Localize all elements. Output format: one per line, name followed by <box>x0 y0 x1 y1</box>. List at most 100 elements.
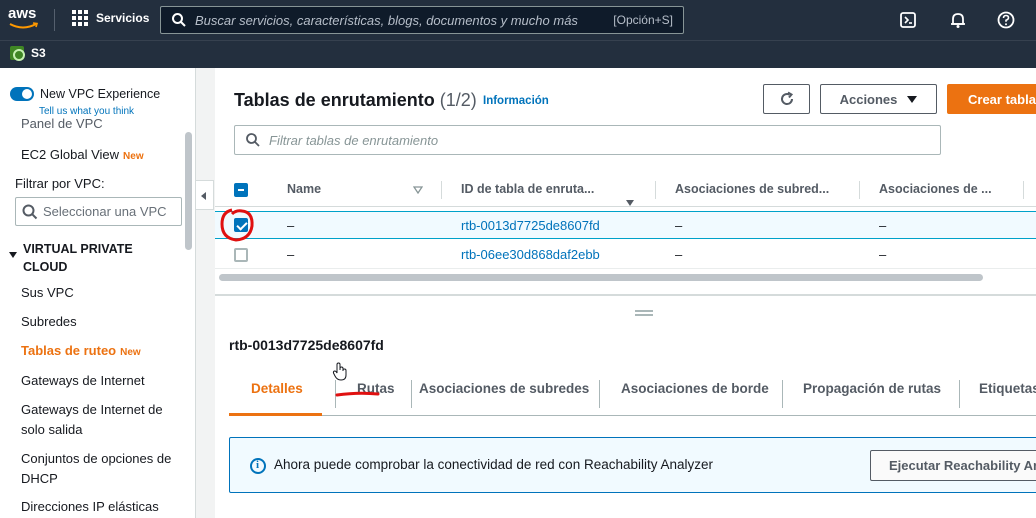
sidebar-item-panel-vpc[interactable]: Panel de VPC <box>21 114 103 134</box>
tab-divider <box>599 380 600 408</box>
sidebar: Panel de VPC New VPC Experience Tell us … <box>0 68 196 518</box>
info-icon <box>250 458 266 474</box>
caret-down-icon[interactable] <box>9 252 17 258</box>
toggle-switch[interactable] <box>10 87 34 101</box>
vpc-filter-placeholder: Seleccionar una VPC <box>43 204 167 219</box>
resize-handle-icon[interactable] <box>635 310 653 316</box>
table-horizontal-scrollbar[interactable] <box>219 274 983 281</box>
column-header-subnet-assoc[interactable]: Asociaciones de subred... <box>675 182 829 196</box>
aws-smile-icon <box>9 22 39 29</box>
cell-subnet-assoc: – <box>675 218 683 233</box>
new-badge: New <box>120 347 141 358</box>
notifications-bell-icon[interactable] <box>948 10 968 30</box>
tab-divider <box>411 380 412 408</box>
collapse-sidebar-button[interactable] <box>196 180 214 210</box>
s3-favorite-link[interactable]: S3 <box>10 46 46 61</box>
sidebar-item-label: Tablas de ruteo <box>21 343 117 358</box>
create-route-table-button[interactable]: Crear tabla de enrutamiento <box>947 84 1036 114</box>
services-menu-button[interactable]: Servicios <box>72 10 149 26</box>
vpc-filter-select[interactable]: Seleccionar una VPC <box>15 197 182 226</box>
global-search-input[interactable]: Buscar servicios, características, blogs… <box>160 6 684 34</box>
selection-count: (1/2) <box>439 90 477 110</box>
column-divider <box>441 181 442 199</box>
sort-descending-icon[interactable] <box>626 200 634 206</box>
tab-rutas[interactable]: Rutas <box>357 381 395 396</box>
favorites-bar: S3 <box>0 40 1036 68</box>
aws-logo-text: aws <box>8 5 37 22</box>
tab-route-propagation[interactable]: Propagación de rutas <box>803 381 941 396</box>
section-header-vpc[interactable]: VIRTUAL PRIVATE CLOUD <box>23 240 173 276</box>
page-title: Tablas de enrutamiento (1/2) <box>234 90 477 111</box>
new-vpc-experience-label: New VPC Experience <box>40 87 161 101</box>
top-navigation: aws Servicios Buscar servicios, caracter… <box>0 0 1036 40</box>
services-grid-icon <box>72 10 88 26</box>
route-table-filter-input[interactable]: Filtrar tablas de enrutamiento <box>234 125 941 155</box>
cell-route-table-id-link[interactable]: rtb-0013d7725de8607fd <box>461 218 600 233</box>
help-icon[interactable] <box>996 10 1016 30</box>
select-all-checkbox[interactable] <box>234 183 248 197</box>
column-header-name[interactable]: Name <box>287 182 321 196</box>
row-checkbox[interactable] <box>234 218 248 232</box>
page-title-text: Tablas de enrutamiento <box>234 90 435 110</box>
feedback-link[interactable]: Tell us what you think <box>39 106 134 117</box>
vpc-filter-label: Filtrar por VPC: <box>15 176 105 191</box>
sort-icon[interactable] <box>413 186 423 194</box>
sidebar-item-subredes[interactable]: Subredes <box>21 312 77 332</box>
tab-detalles[interactable]: Detalles <box>251 381 303 396</box>
sidebar-item-gateways-solo-salida[interactable]: Gateways de Internet de solo salida <box>21 400 179 440</box>
sidebar-item-sus-vpc[interactable]: Sus VPC <box>21 283 74 303</box>
global-search-placeholder: Buscar servicios, características, blogs… <box>195 12 578 28</box>
new-badge: New <box>123 151 144 162</box>
cell-name: – <box>287 218 295 233</box>
sidebar-scrollbar[interactable] <box>185 132 192 250</box>
caret-down-icon <box>907 95 918 103</box>
table-row[interactable]: – rtb-06ee30d868daf2ebb – – <box>215 241 1036 269</box>
filter-placeholder: Filtrar tablas de enrutamiento <box>269 132 439 148</box>
s3-label: S3 <box>31 46 46 60</box>
tab-edge-associations[interactable]: Asociaciones de borde <box>621 381 769 396</box>
info-link[interactable]: Información <box>483 95 549 107</box>
tab-divider <box>335 380 336 408</box>
search-shortcut: [Opción+S] <box>613 13 673 27</box>
details-title: rtb-0013d7725de8607fd <box>229 337 384 353</box>
tab-divider <box>782 380 783 408</box>
actions-label: Acciones <box>839 91 898 107</box>
sidebar-item-tablas-de-ruteo[interactable]: Tablas de ruteo New <box>21 341 141 363</box>
sidebar-item-dhcp-options[interactable]: Conjuntos de opciones de DHCP <box>21 449 186 489</box>
cell-edge-assoc: – <box>879 247 887 262</box>
column-header-edge-assoc[interactable]: Asociaciones de ... <box>879 182 992 196</box>
column-divider <box>1023 181 1024 199</box>
active-tab-indicator <box>229 413 322 416</box>
cloudshell-icon[interactable] <box>898 10 918 30</box>
new-vpc-experience-toggle[interactable]: New VPC Experience <box>10 82 190 106</box>
search-icon <box>246 133 260 147</box>
column-divider <box>859 181 860 199</box>
column-divider <box>655 181 656 199</box>
tab-tags[interactable]: Etiquetas <box>979 381 1036 396</box>
cell-subnet-assoc: – <box>675 247 683 262</box>
cell-name: – <box>287 247 295 262</box>
sidebar-item-label: EC2 Global View <box>21 147 120 162</box>
refresh-icon <box>780 91 793 105</box>
tab-subnet-associations[interactable]: Asociaciones de subredes <box>419 381 589 396</box>
alert-message: Ahora puede comprobar la conectividad de… <box>274 457 714 472</box>
refresh-button[interactable] <box>763 84 810 114</box>
cell-route-table-id-link[interactable]: rtb-06ee30d868daf2ebb <box>461 247 600 262</box>
search-icon <box>22 204 38 219</box>
row-checkbox[interactable] <box>234 248 248 262</box>
actions-dropdown-button[interactable]: Acciones <box>820 84 937 114</box>
table-header: Name ID de tabla de enruta... Asociacion… <box>215 173 1036 207</box>
aws-logo[interactable]: aws <box>8 6 42 32</box>
sidebar-item-gateways-internet[interactable]: Gateways de Internet <box>21 371 145 391</box>
s3-icon <box>10 46 25 61</box>
sidebar-item-elastic-ips[interactable]: Direcciones IP elásticas <box>21 497 159 517</box>
cell-edge-assoc: – <box>879 218 887 233</box>
column-header-id[interactable]: ID de tabla de enruta... <box>461 182 594 196</box>
sidebar-item-ec2-global-view[interactable]: EC2 Global View New <box>21 145 144 167</box>
search-icon <box>172 13 186 27</box>
run-reachability-analyzer-button[interactable]: Ejecutar Reachability Analyzer <box>870 450 1036 481</box>
main-content: Tablas de enrutamiento (1/2) Información… <box>215 68 1036 518</box>
table-row[interactable]: – rtb-0013d7725de8607fd – – <box>215 211 1036 239</box>
tab-divider <box>959 380 960 408</box>
services-label: Servicios <box>96 11 150 25</box>
